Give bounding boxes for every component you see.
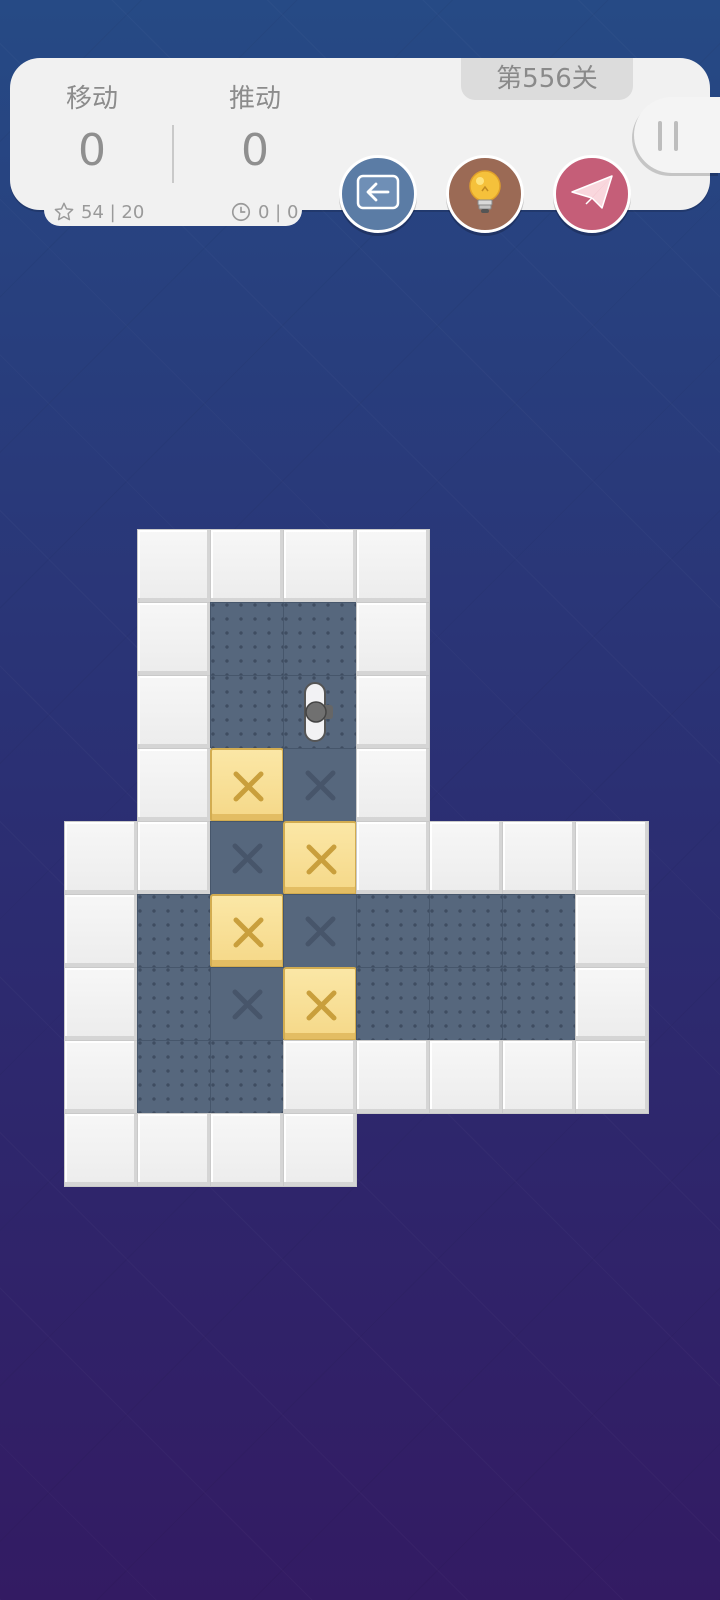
target-tile[interactable] <box>210 967 284 1041</box>
wall-tile <box>137 529 211 603</box>
game-board[interactable] <box>0 0 720 1600</box>
wall-tile <box>575 1040 649 1114</box>
floor-tile[interactable] <box>137 1040 211 1114</box>
wall-tile <box>210 529 284 603</box>
wall-tile <box>137 748 211 822</box>
target-tile[interactable] <box>283 894 357 968</box>
floor-tile[interactable] <box>502 894 576 968</box>
wall-tile <box>502 821 576 895</box>
floor-tile[interactable] <box>356 967 430 1041</box>
player-character[interactable] <box>283 675 357 749</box>
wall-tile <box>575 967 649 1041</box>
box-on-target[interactable] <box>283 967 357 1041</box>
floor-tile[interactable] <box>210 602 284 676</box>
wall-tile <box>64 894 138 968</box>
wall-tile <box>137 1113 211 1187</box>
floor-tile[interactable] <box>137 894 211 968</box>
wall-tile <box>429 1040 503 1114</box>
floor-tile[interactable] <box>210 1040 284 1114</box>
wall-tile <box>356 529 430 603</box>
floor-tile[interactable] <box>210 675 284 749</box>
floor-tile[interactable] <box>429 967 503 1041</box>
wall-tile <box>137 602 211 676</box>
floor-tile[interactable] <box>502 967 576 1041</box>
target-tile[interactable] <box>210 821 284 895</box>
wall-tile <box>283 529 357 603</box>
wall-tile <box>356 821 430 895</box>
box-on-target[interactable] <box>210 894 284 968</box>
wall-tile <box>502 1040 576 1114</box>
wall-tile <box>64 1040 138 1114</box>
box-on-target[interactable] <box>283 821 357 895</box>
wall-tile <box>137 821 211 895</box>
floor-tile[interactable] <box>429 894 503 968</box>
floor-tile[interactable] <box>137 967 211 1041</box>
wall-tile <box>356 675 430 749</box>
wall-tile <box>64 967 138 1041</box>
wall-tile <box>210 1113 284 1187</box>
wall-tile <box>429 821 503 895</box>
wall-tile <box>137 675 211 749</box>
wall-tile <box>64 821 138 895</box>
wall-tile <box>64 1113 138 1187</box>
floor-tile[interactable] <box>283 602 357 676</box>
floor-tile[interactable] <box>356 894 430 968</box>
wall-tile <box>575 894 649 968</box>
wall-tile <box>283 1040 357 1114</box>
wall-tile <box>356 1040 430 1114</box>
box-on-target[interactable] <box>210 748 284 822</box>
wall-tile <box>283 1113 357 1187</box>
wall-tile <box>356 602 430 676</box>
target-tile[interactable] <box>283 748 357 822</box>
wall-tile <box>575 821 649 895</box>
wall-tile <box>356 748 430 822</box>
